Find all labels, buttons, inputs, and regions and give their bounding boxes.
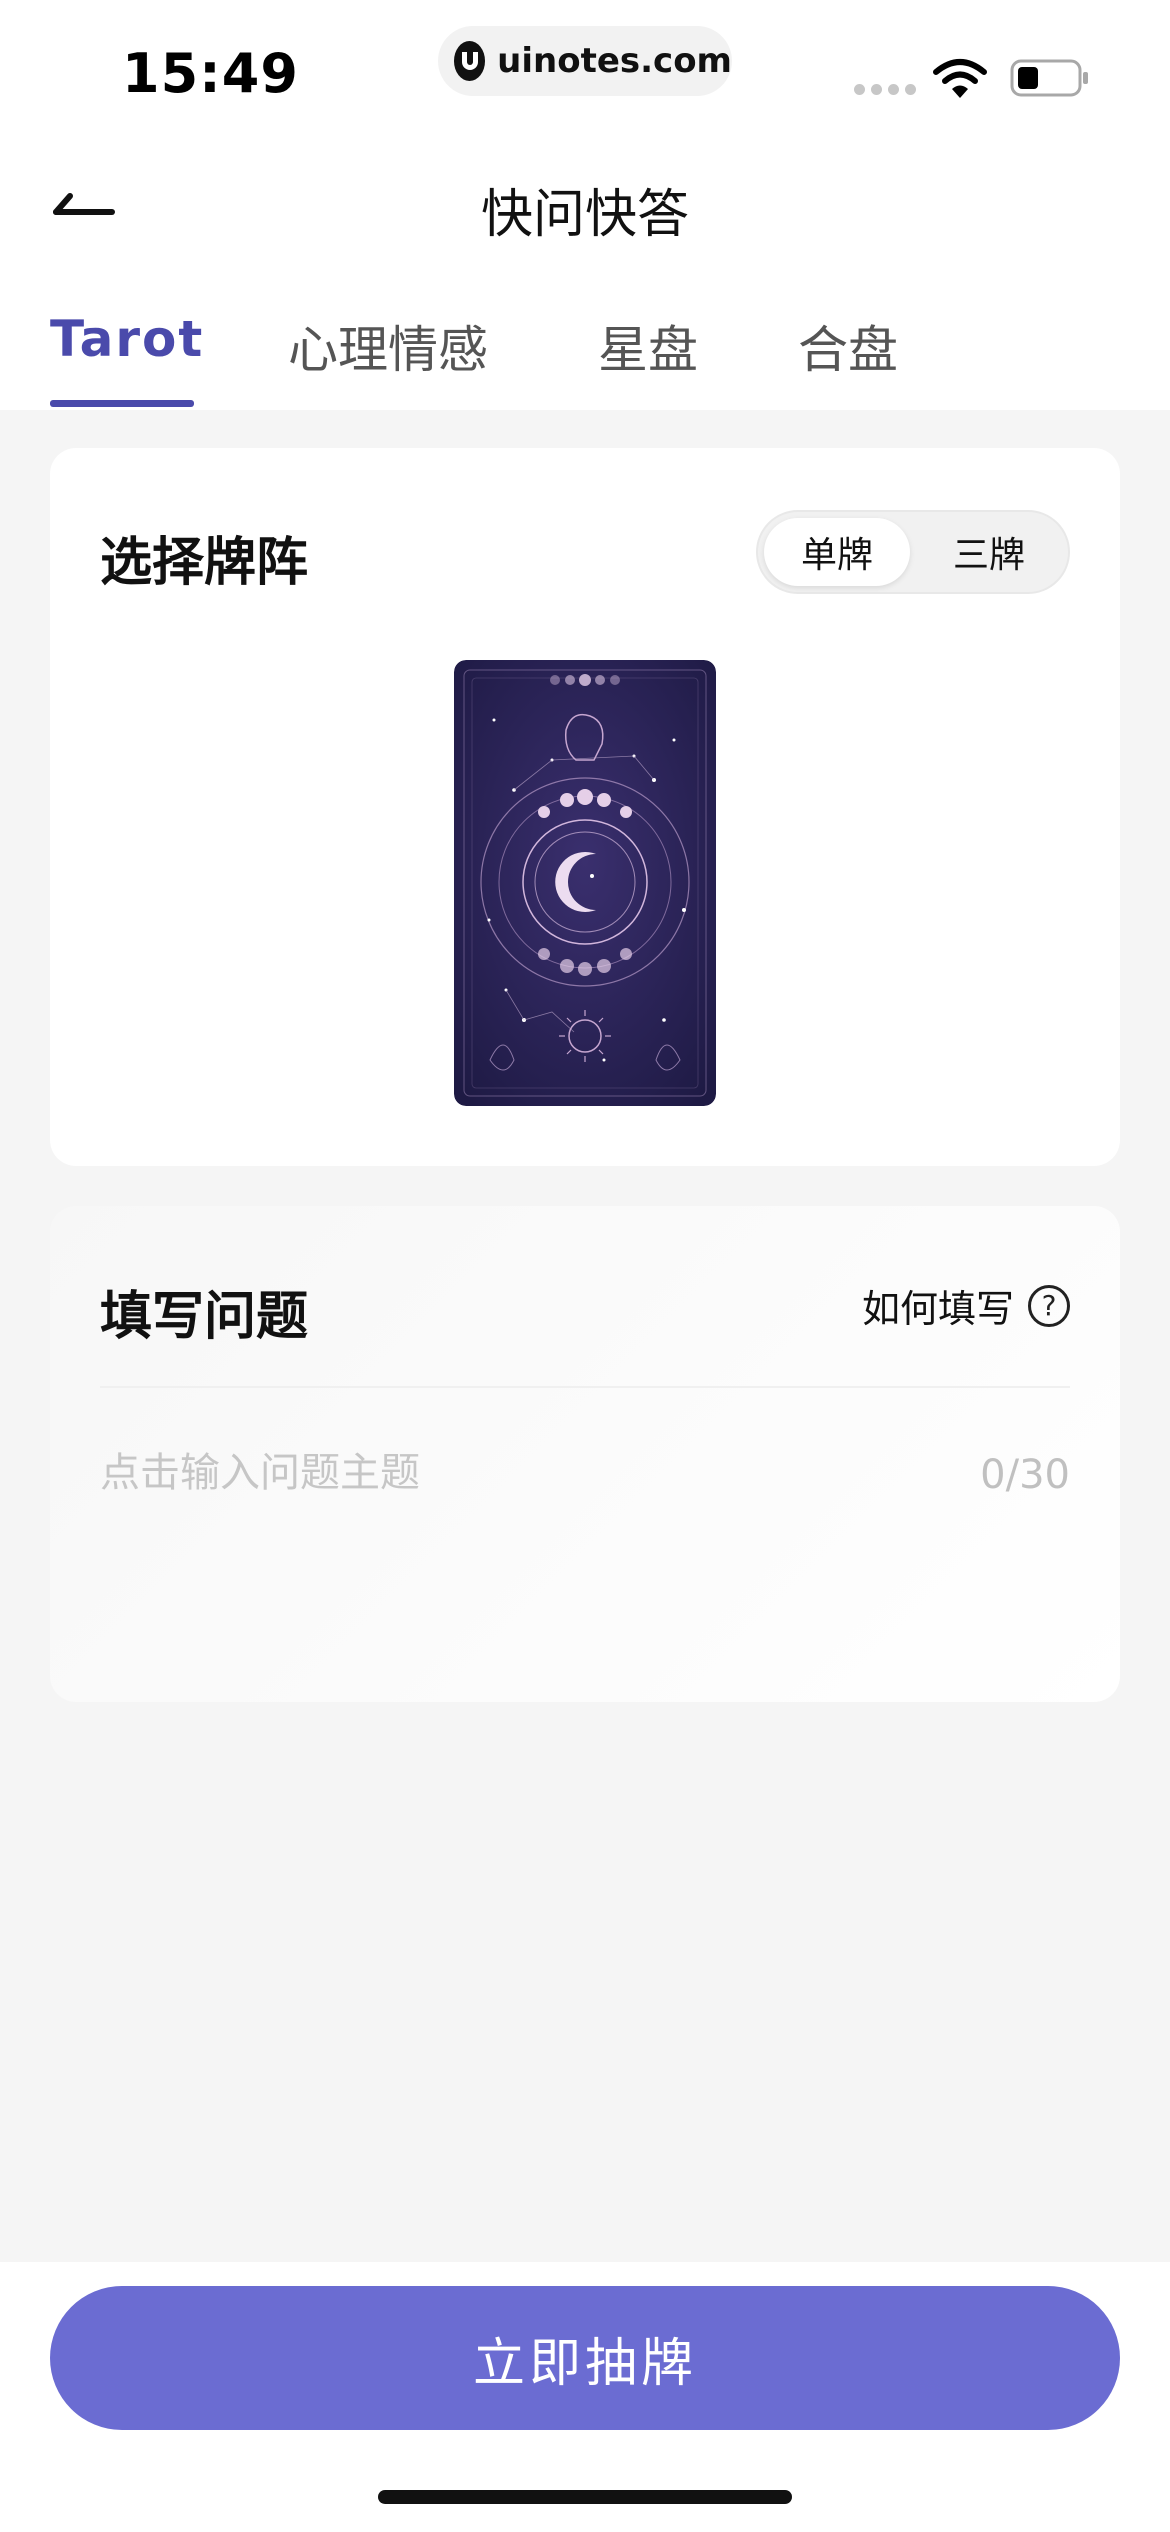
draw-card-button[interactable]: 立即抽牌 xyxy=(50,2286,1120,2430)
url-pill[interactable]: uinotes.com xyxy=(438,26,732,96)
question-title: 填写问题 xyxy=(100,1287,309,1347)
navigation-bar: 快问快答 xyxy=(0,150,1170,260)
question-card: 填写问题 如何填写 ? 0/30 xyxy=(50,1206,1120,1702)
active-tab-indicator xyxy=(50,400,194,407)
single-card-option[interactable]: 单牌 xyxy=(764,518,910,586)
character-count: 0/30 xyxy=(980,1452,1070,1498)
tab-synastry-chart[interactable]: 合盘 xyxy=(798,310,898,382)
tab-psychology-emotion[interactable]: 心理情感 xyxy=(288,310,488,382)
page-title: 快问快答 xyxy=(480,185,689,245)
url-text: uinotes.com xyxy=(497,41,732,81)
home-indicator xyxy=(378,2490,792,2504)
tab-astrology-chart[interactable]: 星盘 xyxy=(598,310,698,382)
spread-title: 选择牌阵 xyxy=(100,533,309,593)
status-time: 15:49 xyxy=(122,42,299,105)
cellular-signal-icon xyxy=(854,84,916,95)
spread-card: 选择牌阵 单牌 三牌 xyxy=(50,448,1120,1166)
category-tabs: Tarot 心理情感 星盘 合盘 xyxy=(0,300,1170,410)
bottom-action-bar: 立即抽牌 xyxy=(0,2262,1170,2532)
header-area: 15:49 uinotes.com 快问快答 Tarot 心理情感 星盘 合盘 xyxy=(0,0,1170,410)
help-icon: ? xyxy=(1028,1284,1070,1327)
tab-tarot[interactable]: Tarot xyxy=(50,310,204,368)
spread-segmented-control: 单牌 三牌 xyxy=(756,510,1070,594)
question-input[interactable] xyxy=(100,1438,920,1508)
battery-icon xyxy=(1010,59,1088,97)
three-card-option[interactable]: 三牌 xyxy=(916,518,1062,586)
how-to-fill-link[interactable]: 如何填写 ? xyxy=(862,1278,1070,1333)
wifi-icon xyxy=(933,59,987,98)
tarot-card-back[interactable] xyxy=(454,660,716,1106)
how-to-fill-label: 如何填写 xyxy=(861,1287,1014,1331)
site-logo-icon xyxy=(454,41,486,81)
status-bar: 15:49 uinotes.com xyxy=(0,0,1170,140)
page: 15:49 uinotes.com 快问快答 Tarot 心理情感 星盘 合盘 … xyxy=(0,0,1170,2532)
divider xyxy=(100,1386,1070,1388)
